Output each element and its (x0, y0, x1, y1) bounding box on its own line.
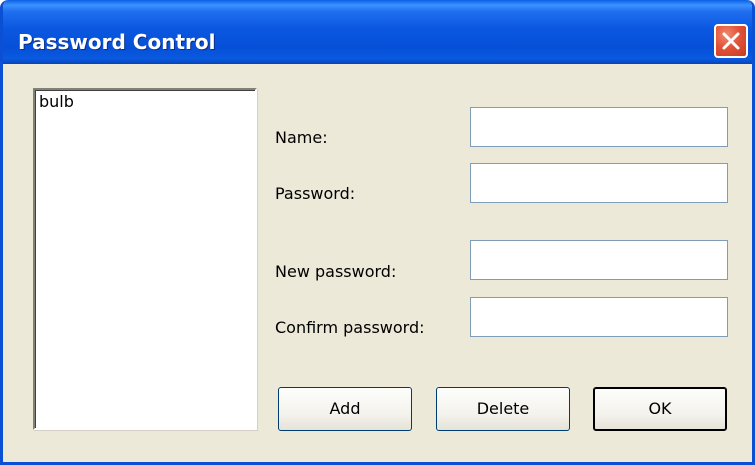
confirm-password-field[interactable] (470, 297, 728, 337)
new-password-field[interactable] (470, 240, 728, 280)
close-icon (722, 32, 740, 50)
password-control-window: Password Control bulb Name: Password: Ne… (0, 0, 755, 465)
list-item[interactable]: bulb (39, 92, 74, 111)
users-listbox[interactable]: bulb (33, 88, 257, 430)
close-button[interactable] (714, 24, 748, 58)
name-label: Name: (275, 128, 328, 147)
window-title: Password Control (18, 30, 216, 54)
name-field[interactable] (470, 107, 728, 147)
add-button[interactable]: Add (278, 387, 412, 431)
password-field[interactable] (470, 163, 728, 203)
ok-button[interactable]: OK (593, 387, 727, 431)
title-bar[interactable]: Password Control (3, 0, 752, 64)
password-label: Password: (275, 184, 356, 203)
delete-button[interactable]: Delete (436, 387, 570, 431)
confirm-password-label: Confirm password: (275, 318, 425, 337)
new-password-label: New password: (275, 262, 397, 281)
